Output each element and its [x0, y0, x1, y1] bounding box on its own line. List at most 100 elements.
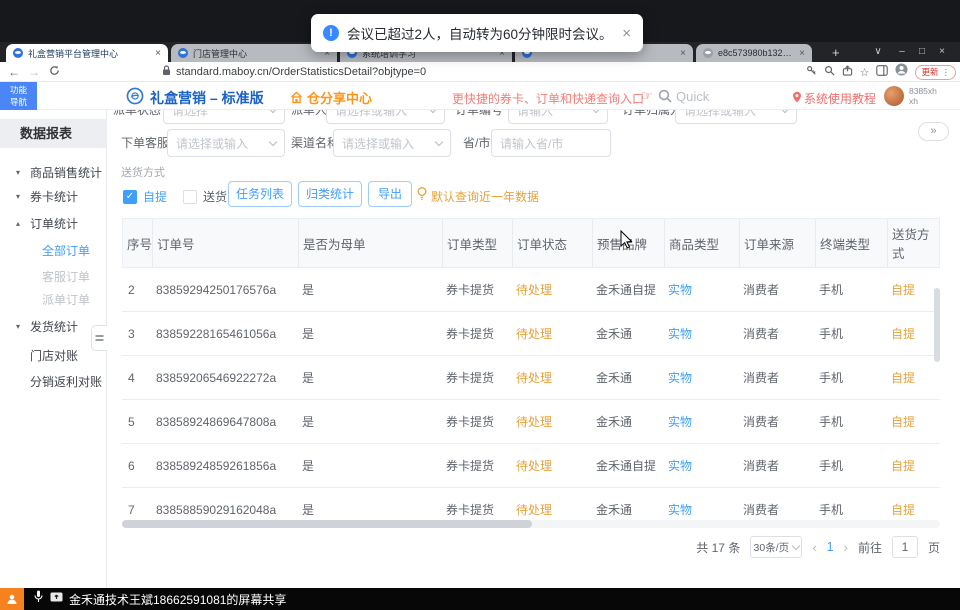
table-row[interactable]: 583858924869647808a是券卡提货待处理金禾通实物消费者手机自提 — [122, 400, 940, 444]
category-stats-button[interactable]: 归类统计 — [298, 181, 362, 207]
side-panel-icon[interactable] — [876, 63, 888, 81]
chevron-down-icon — [429, 110, 437, 113]
sidebar-item-派单订单[interactable]: 派单订单 — [0, 290, 107, 310]
total-count: 共 17 条 — [696, 539, 740, 556]
profile-avatar-icon[interactable] — [895, 63, 908, 81]
tab-close-icon[interactable]: × — [799, 48, 805, 59]
filter-select[interactable]: 请选择或输入 — [333, 129, 451, 157]
column-header: 是否为母单 — [299, 219, 443, 267]
share-center-label: 仓分享中心 — [307, 88, 372, 107]
sidebar-collapse-handle[interactable] — [91, 325, 107, 351]
filter-label: 订单编号 — [455, 110, 503, 119]
horizontal-scrollbar[interactable] — [122, 520, 940, 528]
table-cell: 待处理 — [512, 268, 592, 311]
filter-select[interactable]: 请选择或输入 — [326, 110, 445, 124]
table-cell: 消费者 — [739, 488, 815, 520]
filter-select[interactable]: 请选择或输入 — [167, 129, 285, 157]
table-cell: 是 — [298, 400, 442, 443]
checkbox-self-pickup[interactable]: ✓ — [123, 190, 137, 204]
lock-icon[interactable] — [162, 63, 171, 81]
refresh-icon[interactable] — [44, 65, 64, 79]
table-cell: 金禾通自提 — [592, 268, 664, 311]
filter-select[interactable]: 请输入 — [508, 110, 608, 124]
window-maximize-button[interactable]: □ — [912, 44, 932, 60]
globe-favicon — [703, 48, 713, 58]
table-cell: 83858924859261856a — [152, 444, 298, 487]
tab-search-icon[interactable]: ∨ — [868, 44, 888, 60]
export-button[interactable]: 导出 — [368, 181, 412, 207]
page-size-select[interactable]: 30条/页 — [750, 536, 802, 558]
table-cell: 手机 — [815, 312, 887, 355]
column-header: 终端类型 — [816, 219, 888, 267]
screen-share-icon[interactable] — [50, 590, 63, 608]
bookmark-star-icon[interactable]: ☆ — [860, 66, 870, 79]
toast-close-icon[interactable]: × — [622, 25, 631, 42]
province-city-input[interactable]: 请输入省/市 — [491, 129, 611, 157]
url-text[interactable]: standard.maboy.cn/OrderStatisticsDetail?… — [176, 66, 426, 78]
checkbox-delivery[interactable] — [183, 190, 197, 204]
column-header: 序号 — [123, 219, 153, 267]
table-cell: 券卡提货 — [442, 268, 512, 311]
sidebar-item-订单统计[interactable]: ▴订单统计 — [0, 214, 107, 234]
table-cell: 是 — [298, 268, 442, 311]
chevron-down-icon — [269, 110, 277, 113]
tab-close-icon[interactable]: × — [155, 48, 161, 59]
user-avatar[interactable] — [884, 86, 904, 106]
quick-label[interactable]: Quick — [676, 89, 709, 104]
filter-select[interactable]: 请选择或输入 — [675, 110, 797, 124]
tab-close-icon[interactable]: × — [680, 48, 686, 59]
checkbox-label[interactable]: 送货 — [203, 188, 227, 205]
quick-search-icon[interactable] — [658, 89, 672, 108]
prev-page-button[interactable]: ‹ — [812, 540, 816, 555]
menu-dots-icon[interactable]: ⋮ — [942, 67, 951, 78]
toast-message: 会议已超过2人，自动转为60分钟限时会议。 — [347, 23, 613, 43]
table-cell: 手机 — [815, 488, 887, 520]
sidebar-item-label: 商品销售统计 — [30, 163, 102, 183]
table-cell: 手机 — [815, 268, 887, 311]
table-row[interactable]: 483859206546922272a是券卡提货待处理金禾通实物消费者手机自提 — [122, 356, 940, 400]
key-icon[interactable] — [806, 63, 817, 81]
filter-select[interactable]: 请选择 — [163, 110, 285, 124]
back-icon[interactable]: ← — [4, 65, 24, 79]
function-nav-toggle[interactable]: 功能 导航 — [0, 82, 37, 110]
forward-icon[interactable]: → — [24, 65, 44, 79]
sidebar-item-商品销售统计[interactable]: ▾商品销售统计 — [0, 163, 107, 183]
task-list-button[interactable]: 任务列表 — [228, 181, 292, 207]
goto-page-input[interactable]: 1 — [892, 536, 918, 558]
table-row[interactable]: 283859294250176576a是券卡提货待处理金禾通自提实物消费者手机自… — [122, 268, 940, 312]
browser-update-button[interactable]: 更新 ⋮ — [915, 65, 956, 80]
window-minimize-button[interactable]: – — [892, 44, 912, 60]
sidebar-item-全部订单[interactable]: 全部订单 — [0, 241, 107, 261]
share-icon[interactable] — [842, 63, 853, 81]
new-tab-button[interactable]: + — [832, 45, 840, 61]
table-cell: 金禾通 — [592, 312, 664, 355]
table-row[interactable]: 683858924859261856a是券卡提货待处理金禾通自提实物消费者手机自… — [122, 444, 940, 488]
table-cell: 2 — [122, 268, 152, 311]
zoom-icon[interactable] — [824, 63, 835, 81]
browser-tab[interactable]: 礼盒营销平台管理中心 × — [6, 44, 168, 62]
expand-filters-button[interactable]: » — [918, 122, 949, 141]
sidebar-item-分销返利对账[interactable]: 分销返利对账 — [0, 372, 107, 392]
window-close-button[interactable]: × — [932, 44, 952, 60]
sidebar-item-label: 发货统计 — [30, 317, 78, 337]
table-cell: 7 — [122, 488, 152, 520]
table-row[interactable]: 783858859029162048a是券卡提货待处理金禾通实物消费者手机自提 — [122, 488, 940, 520]
system-tutorial-link[interactable]: 系统使用教程 — [804, 90, 876, 107]
table-row[interactable]: 383859228165461056a是券卡提货待处理金禾通实物消费者手机自提 — [122, 312, 940, 356]
horizontal-scrollbar-thumb[interactable] — [122, 520, 532, 528]
sidebar-item-label: 分销返利对账 — [30, 372, 102, 392]
current-page[interactable]: 1 — [827, 540, 834, 554]
vertical-scrollbar-thumb[interactable] — [934, 288, 940, 362]
warehouse-share-link[interactable]: 仓分享中心 — [290, 88, 372, 107]
table-cell: 是 — [298, 312, 442, 355]
table-cell: 83859206546922272a — [152, 356, 298, 399]
browser-tab[interactable]: e8c573980b1328a258fd2e6f8 × — [696, 44, 812, 62]
checkbox-label[interactable]: 自提 — [143, 188, 167, 205]
table-cell: 自提 — [887, 400, 940, 443]
table-cell: 5 — [122, 400, 152, 443]
sidebar-item-客服订单[interactable]: 客服订单 — [0, 267, 107, 287]
microphone-icon[interactable] — [34, 590, 43, 608]
sidebar-item-门店对账[interactable]: 门店对账 — [0, 346, 107, 366]
sidebar-item-券卡统计[interactable]: ▾券卡统计 — [0, 187, 107, 207]
next-page-button[interactable]: › — [844, 540, 848, 555]
